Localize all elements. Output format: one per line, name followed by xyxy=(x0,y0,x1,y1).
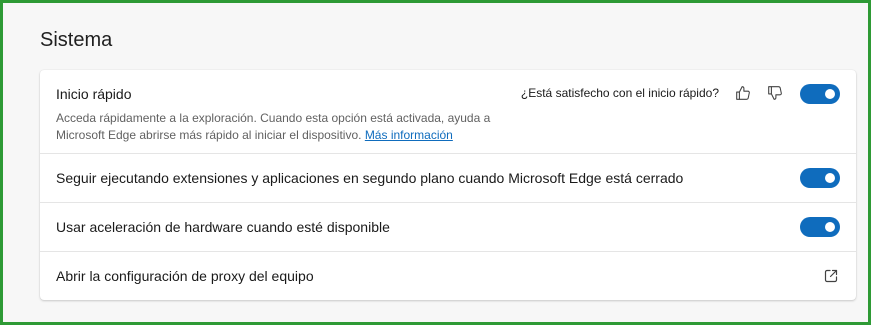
learn-more-link[interactable]: Más información xyxy=(365,128,453,142)
setting-title-startup-boost: Inicio rápido xyxy=(56,86,132,102)
setting-row-proxy[interactable]: Abrir la configuración de proxy del equi… xyxy=(40,252,856,300)
section-title: Sistema xyxy=(40,29,113,51)
setting-row-startup-boost: Inicio rápido Acceda rápidamente a la ex… xyxy=(40,70,856,154)
settings-frame: Sistema Inicio rápido Acceda rápidamente… xyxy=(0,0,871,325)
toggle-knob xyxy=(825,173,835,183)
setting-description-startup-boost: Acceda rápidamente a la exploración. Cua… xyxy=(56,110,496,144)
background-apps-toggle[interactable] xyxy=(800,168,840,188)
setting-title-background-apps: Seguir ejecutando extensiones y aplicaci… xyxy=(56,170,684,186)
external-link-icon[interactable] xyxy=(820,265,842,287)
hardware-acceleration-toggle[interactable] xyxy=(800,217,840,237)
toggle-knob xyxy=(825,222,835,232)
thumbs-down-icon[interactable] xyxy=(764,82,786,104)
thumbs-up-icon[interactable] xyxy=(732,82,754,104)
toggle-knob xyxy=(825,89,835,99)
setting-title-hardware-acceleration: Usar aceleración de hardware cuando esté… xyxy=(56,219,390,235)
feedback-question: ¿Está satisfecho con el inicio rápido? xyxy=(520,86,719,100)
setting-title-proxy: Abrir la configuración de proxy del equi… xyxy=(56,268,314,284)
setting-row-background-apps: Seguir ejecutando extensiones y aplicaci… xyxy=(40,154,856,203)
settings-card: Inicio rápido Acceda rápidamente a la ex… xyxy=(40,70,856,300)
startup-boost-toggle[interactable] xyxy=(800,84,840,104)
setting-row-hardware-acceleration: Usar aceleración de hardware cuando esté… xyxy=(40,203,856,252)
